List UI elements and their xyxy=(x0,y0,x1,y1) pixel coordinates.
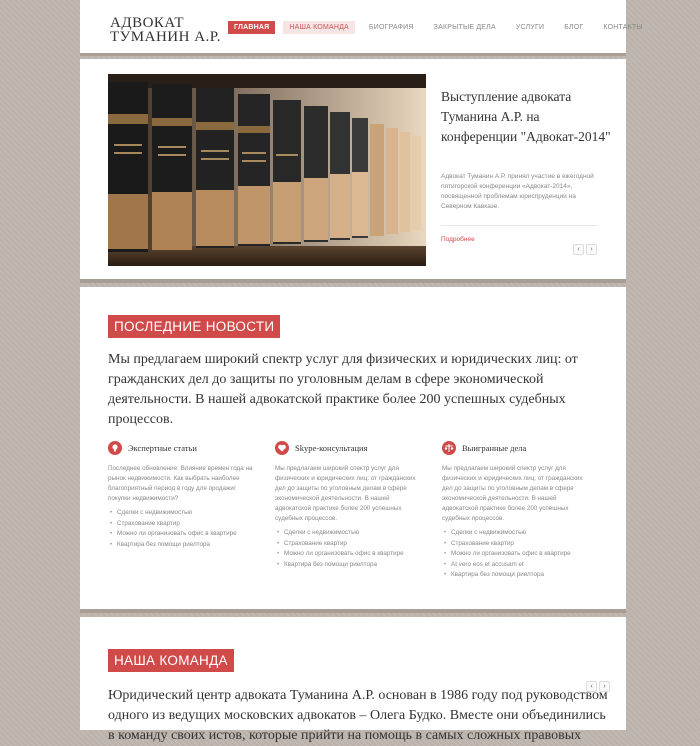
lightbulb-icon xyxy=(108,441,122,455)
slide-divider xyxy=(441,225,598,226)
list-item[interactable]: Квартира без помощи риелтора xyxy=(108,540,256,551)
read-more-link[interactable]: Подробнее xyxy=(441,236,475,243)
heart-icon xyxy=(275,441,289,455)
team-prev-button[interactable]: ‹ xyxy=(586,681,597,692)
team-section: НАША КОМАНДА Юридический центр адвоката … xyxy=(80,617,626,743)
logo-line-2: ТУМАНИН А.Р. xyxy=(110,29,221,45)
nav-item-blog[interactable]: Блог xyxy=(558,21,589,34)
feature-title[interactable]: Выигранные дела xyxy=(462,443,526,453)
slider-prev-button[interactable]: ‹ xyxy=(573,244,584,255)
feature-text: Последнее обновление: Влияние времен год… xyxy=(108,465,253,502)
list-item[interactable]: Страхование квартир xyxy=(275,539,423,550)
feature-column-won-cases: Выигранные дела Мы предлагаем широкий сп… xyxy=(442,441,590,581)
slide-title: Выступление адвоката Туманина А.Р. на ко… xyxy=(441,89,611,144)
list-item[interactable]: Квартира без помощи риелтора xyxy=(442,570,590,581)
slide-image-books xyxy=(108,74,426,266)
list-item[interactable]: Можно ли организовать офис в квартире xyxy=(442,549,590,560)
list-item[interactable]: Сделки с недвижимостью xyxy=(442,528,590,539)
feature-column-skype: Skype-консультация Мы предлагаем широкий… xyxy=(275,441,423,570)
news-section: ПОСЛЕДНИЕ НОВОСТИ Мы предлагаем широкий … xyxy=(80,287,626,613)
feature-column-articles: Экспертные статьи Последнее обновление: … xyxy=(108,441,256,550)
team-slider-arrows: ‹ › xyxy=(586,681,610,692)
list-item[interactable]: At vero eos et accusam et xyxy=(442,560,590,571)
feature-text: Мы предлагаем широкий спектр услуг для ф… xyxy=(442,465,583,522)
feature-head: Skype-консультация xyxy=(275,441,423,455)
list-item[interactable]: Сделки с недвижимостью xyxy=(275,528,423,539)
list-item[interactable]: Квартира без помощи риелтора xyxy=(275,560,423,571)
main-nav: Главная Наша команда Биография Закрытые … xyxy=(228,21,657,34)
feature-list: Сделки с недвижимостью Страхование кварт… xyxy=(442,528,590,581)
nav-item-services[interactable]: Услуги xyxy=(510,21,550,34)
list-item[interactable]: Сделки с недвижимостью xyxy=(108,508,256,519)
list-item[interactable]: Страхование квартир xyxy=(108,519,256,530)
list-item[interactable]: Страхование квартир xyxy=(442,539,590,550)
feature-title[interactable]: Экспертные статьи xyxy=(128,443,197,453)
nav-item-home[interactable]: Главная xyxy=(228,21,276,34)
feature-list: Сделки с недвижимостью Страхование кварт… xyxy=(108,508,256,550)
feature-list: Сделки с недвижимостью Страхование кварт… xyxy=(275,528,423,570)
nav-item-biography[interactable]: Биография xyxy=(363,21,420,34)
team-next-button[interactable]: › xyxy=(599,681,610,692)
slider-next-button[interactable]: › xyxy=(586,244,597,255)
team-lead-text: Юридический центр адвоката Туманина А.Р.… xyxy=(108,688,608,743)
logo-line-1: АДВОКАТ xyxy=(110,15,185,31)
scales-icon xyxy=(442,441,456,455)
site-logo[interactable]: АДВОКАТ ТУМАНИН А.Р. xyxy=(110,15,221,45)
feature-head: Выигранные дела xyxy=(442,441,590,455)
feature-text: Мы предлагаем широкий спектр услуг для ф… xyxy=(275,465,416,522)
slider-arrows: ‹ › xyxy=(573,244,597,255)
feature-head: Экспертные статьи xyxy=(108,441,256,455)
nav-item-team[interactable]: Наша команда xyxy=(283,21,355,34)
feature-title[interactable]: Skype-консультация xyxy=(295,443,368,453)
site-header: АДВОКАТ ТУМАНИН А.Р. Главная Наша команд… xyxy=(80,0,643,56)
slide-text: Адвокат Туманин А.Р. принял участие в еж… xyxy=(441,173,594,210)
bookshelf-illustration xyxy=(108,74,426,266)
list-item[interactable]: Можно ли организовать офис в квартире xyxy=(275,549,423,560)
news-lead-text: Мы предлагаем широкий спектр услуг для ф… xyxy=(108,352,578,427)
nav-item-contacts[interactable]: Контакты xyxy=(597,21,648,34)
nav-item-closed-cases[interactable]: Закрытые дела xyxy=(428,21,502,34)
hero-slider: Выступление адвоката Туманина А.Р. на ко… xyxy=(80,59,626,283)
section-title-news: ПОСЛЕДНИЕ НОВОСТИ xyxy=(108,315,281,338)
section-title-team: НАША КОМАНДА xyxy=(108,649,234,672)
list-item[interactable]: Можно ли организовать офис в квартире xyxy=(108,529,256,540)
